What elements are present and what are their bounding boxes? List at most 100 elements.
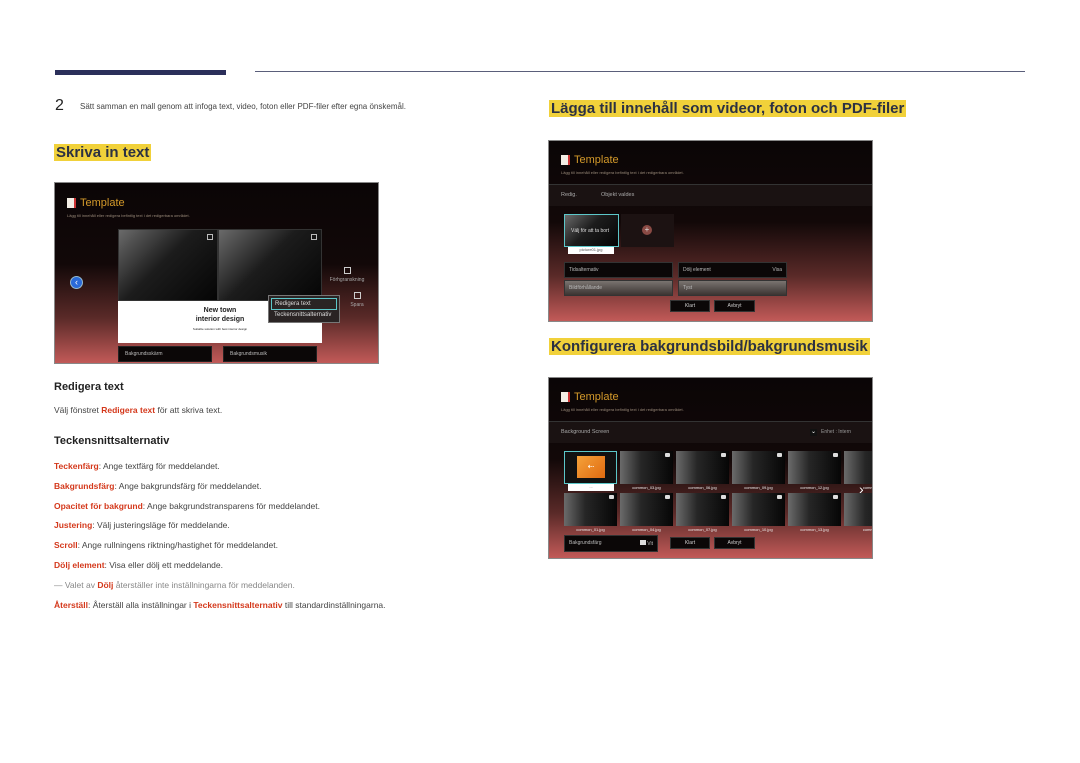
mute-field[interactable]: Tyst bbox=[678, 280, 787, 296]
chevron-down-icon[interactable]: ⌄ bbox=[810, 429, 817, 436]
template-screen-text: Template Lägg till innehåll eller redige… bbox=[54, 182, 379, 364]
option-item: Teckenfärg: Ange textfärg för meddelande… bbox=[54, 461, 220, 471]
cancel-button[interactable]: Avbryt bbox=[714, 537, 755, 549]
save-action[interactable]: Spara bbox=[327, 292, 378, 308]
option-item: Opacitet för bakgrund: Ange bakgrundstra… bbox=[54, 501, 320, 511]
image-thumbnail[interactable] bbox=[676, 451, 729, 484]
thumbnail-label: common_09.jpg bbox=[744, 485, 773, 490]
image-thumbnail[interactable] bbox=[676, 493, 729, 526]
preview-icon bbox=[343, 267, 351, 274]
template-subtitle: Lägg till innehåll eller redigera befint… bbox=[67, 213, 190, 218]
bg-header-row: Background Screen ⌄ Enhet : Intern bbox=[549, 421, 872, 443]
thumbnail-label: common bbox=[862, 527, 872, 532]
section-heading-lagga: Lägga till innehåll som videor, foton oc… bbox=[549, 100, 907, 117]
thumbnail-label: common_13.jpg bbox=[800, 527, 829, 532]
image-thumbnail[interactable] bbox=[564, 493, 617, 526]
folder-caption: ... bbox=[568, 484, 614, 491]
step-text: Sätt samman en mall genom att infoga tex… bbox=[80, 102, 406, 111]
image-tile[interactable] bbox=[218, 229, 322, 301]
template-subtitle: Lägg till innehåll eller redigera befint… bbox=[561, 170, 684, 175]
template-title: Template bbox=[561, 391, 619, 403]
camera-icon bbox=[777, 453, 782, 457]
image-thumbnail[interactable] bbox=[788, 451, 841, 484]
template-screen-background: Template Lägg till innehåll eller redige… bbox=[548, 377, 873, 559]
option-item: Bakgrundsfärg: Ange bakgrundsfärg för me… bbox=[54, 481, 262, 491]
tile-text: Välj för att ta bort bbox=[571, 228, 610, 234]
camera-icon bbox=[609, 495, 614, 499]
card-small-text: Suitable solution with best interior des… bbox=[192, 327, 248, 331]
image-thumbnail[interactable] bbox=[620, 451, 673, 484]
done-button[interactable]: Klart bbox=[670, 300, 710, 312]
done-button[interactable]: Klart bbox=[670, 537, 710, 549]
redigera-desc: Välj fönstret Redigera text för att skri… bbox=[54, 405, 223, 415]
camera-icon bbox=[721, 453, 726, 457]
camera-icon bbox=[721, 495, 726, 499]
image-thumbnail[interactable] bbox=[732, 451, 785, 484]
folder-up-tile[interactable]: ⇠ bbox=[564, 451, 617, 484]
template-title: Template bbox=[561, 154, 619, 166]
thumbnail-label: common_03.jpg bbox=[632, 485, 661, 490]
device-selector[interactable]: Enhet : Intern bbox=[821, 429, 851, 435]
bg-screen-button[interactable]: Bakgrundsskärm bbox=[118, 346, 212, 362]
option-item: Dölj element: Visa eller dölj ett meddel… bbox=[54, 560, 223, 570]
preview-action[interactable]: Förhgranskning bbox=[317, 267, 377, 283]
header-rule bbox=[255, 71, 1025, 72]
cancel-button[interactable]: Avbryt bbox=[714, 300, 755, 312]
copy-icon bbox=[311, 234, 317, 240]
template-icon bbox=[561, 155, 570, 165]
thumbnail-label: common_01.jpg bbox=[576, 527, 605, 532]
thumbnail-label: common_10.jpg bbox=[744, 527, 773, 532]
thumbnail-label: common_06.jpg bbox=[688, 485, 717, 490]
camera-icon bbox=[665, 495, 670, 499]
note: — Valet av Dölj återställer inte inställ… bbox=[54, 580, 295, 590]
aspect-ratio-field[interactable]: Bildförhållande bbox=[564, 280, 673, 296]
thumbnail-label: common bbox=[862, 485, 872, 490]
option-item: Justering: Välj justeringsläge för medde… bbox=[54, 520, 230, 530]
menu-item-teckensnitt[interactable]: Teckensnittsalternativ bbox=[271, 310, 337, 320]
folder-back-icon: ⇠ bbox=[577, 456, 605, 478]
hide-element-field[interactable]: Dölj element Visa bbox=[678, 262, 787, 278]
color-swatch bbox=[639, 540, 646, 545]
redigera-heading: Redigera text bbox=[54, 381, 124, 393]
image-thumbnail[interactable] bbox=[844, 493, 872, 526]
tab-object[interactable]: Objekt valdes bbox=[601, 192, 634, 198]
time-option-field[interactable]: Tidsalternativ bbox=[564, 262, 673, 278]
camera-icon bbox=[777, 495, 782, 499]
image-tile[interactable] bbox=[118, 229, 218, 301]
step-number: 2 bbox=[55, 97, 64, 114]
reset-item: Återställ: Återställ alla inställningar … bbox=[54, 600, 386, 610]
template-title: Template bbox=[67, 197, 125, 209]
nav-left-button[interactable]: ‹ bbox=[70, 276, 83, 289]
tile-filename: picture01.jpg bbox=[568, 247, 614, 254]
template-icon bbox=[67, 198, 76, 208]
camera-icon bbox=[833, 453, 838, 457]
tab-row: Redig. Objekt valdes bbox=[549, 184, 872, 206]
image-thumbnail[interactable] bbox=[732, 493, 785, 526]
template-subtitle: Lägg till innehåll eller redigera befint… bbox=[561, 407, 684, 412]
bg-music-button[interactable]: Bakgrundsmusik bbox=[223, 346, 317, 362]
image-thumbnail[interactable] bbox=[788, 493, 841, 526]
plus-icon: + bbox=[642, 225, 652, 235]
tab-edit[interactable]: Redig. bbox=[561, 192, 577, 198]
template-screen-media: Template Lägg till innehåll eller redige… bbox=[548, 140, 873, 322]
save-icon bbox=[353, 292, 361, 299]
option-item: Scroll: Ange rullningens riktning/hastig… bbox=[54, 540, 278, 550]
camera-icon bbox=[665, 453, 670, 457]
add-media-tile[interactable]: + bbox=[621, 214, 674, 247]
header-accent-bar bbox=[55, 70, 226, 75]
section-heading-skriva: Skriva in text bbox=[54, 144, 152, 161]
thumbnail-label: common_04.jpg bbox=[632, 527, 661, 532]
teckensnitt-heading: Teckensnittsalternativ bbox=[54, 435, 170, 447]
image-thumbnail[interactable] bbox=[620, 493, 673, 526]
thumbnail-label: common_07.jpg bbox=[688, 527, 717, 532]
image-thumbnail[interactable] bbox=[844, 451, 872, 484]
note-dash-icon: — bbox=[54, 580, 65, 590]
thumbnail-label: common_12.jpg bbox=[800, 485, 829, 490]
bg-color-field[interactable]: Bakgrundsfärg Vit bbox=[564, 535, 658, 552]
copy-icon bbox=[207, 234, 213, 240]
bg-screen-label: Background Screen bbox=[561, 429, 610, 435]
camera-icon bbox=[833, 495, 838, 499]
section-heading-konfigurera: Konfigurera bakgrundsbild/bakgrundsmusik bbox=[549, 338, 870, 355]
selected-media-tile[interactable]: Välj för att ta bort bbox=[564, 214, 619, 247]
template-icon bbox=[561, 392, 570, 402]
